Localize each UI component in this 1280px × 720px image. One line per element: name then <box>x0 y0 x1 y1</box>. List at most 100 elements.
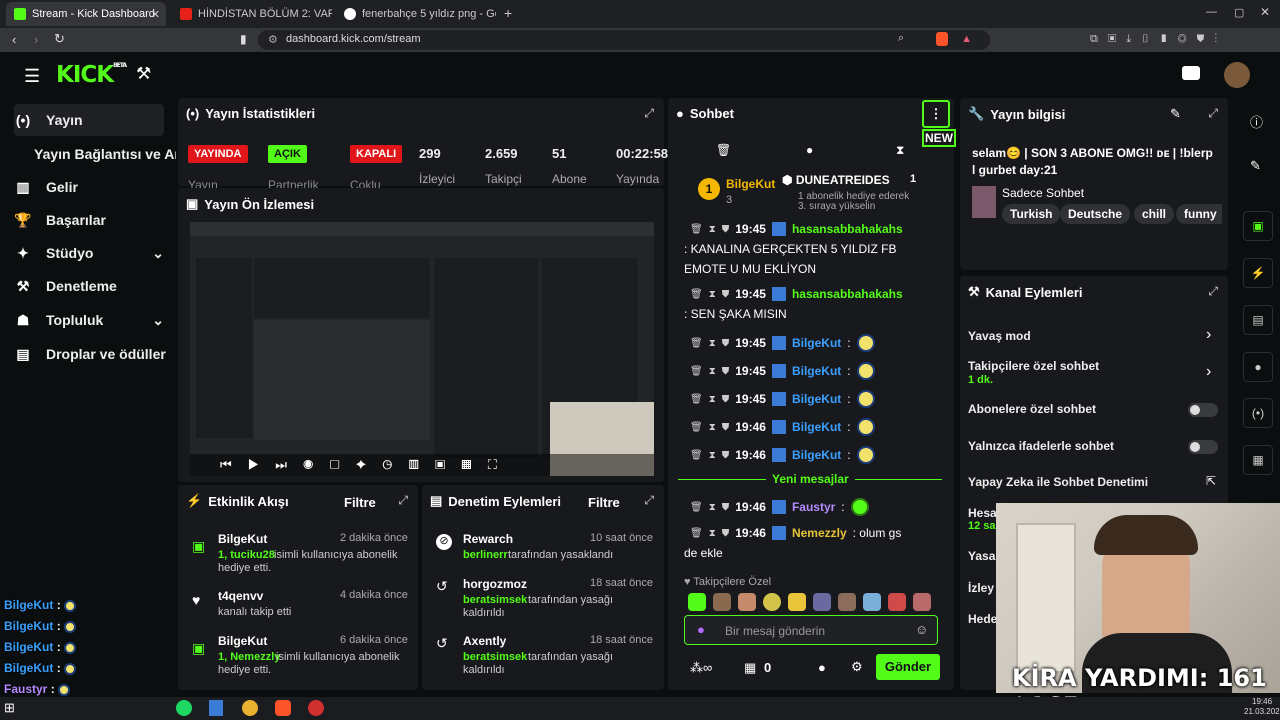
chevron-right-icon[interactable]: › <box>1206 363 1211 381</box>
hourglass-icon[interactable]: ⧗ <box>709 366 716 377</box>
chat-message[interactable]: 🗑 ⧗ ⛊ 19:45 BilgeKut: <box>684 362 956 380</box>
edit-icon[interactable]: ✎ <box>1250 158 1261 174</box>
spotify-icon[interactable] <box>176 700 192 716</box>
layout-button[interactable]: ▦ <box>1243 445 1273 475</box>
chat-message[interactable]: 🗑 ⧗ ⛊ 19:45 BilgeKut: <box>684 334 956 352</box>
edit-icon[interactable]: ✎ <box>1170 106 1181 122</box>
sidebar-item-topluluk[interactable]: ☗ Topluluk ⌄ <box>14 304 164 336</box>
mic-icon[interactable]: ● <box>697 622 705 637</box>
trash-icon[interactable]: 🗑 <box>690 450 703 461</box>
hourglass-icon[interactable]: ⧗ <box>709 224 716 235</box>
chat-message[interactable]: 🗑 ⧗ ⛊ 19:46 BilgeKut: <box>684 446 956 464</box>
subs-only-toggle[interactable] <box>1188 403 1218 417</box>
emote-icon[interactable] <box>888 593 906 611</box>
kick-mod-icon[interactable] <box>1182 66 1200 80</box>
chat-message[interactable]: 🗑 ⧗ ⛊ 19:45 hasansabbahakahs: SEN ŞAKA MISIN <box>684 287 956 321</box>
chat-message[interactable]: 🗑 ⧗ ⛊ 19:45 hasansabbahakahs: KANALINA GERÇE… <box>684 222 956 276</box>
expand-icon[interactable]: ⤢ <box>398 493 408 508</box>
browser-tab-kick[interactable]: Stream - Kick Dashboard ✕ <box>6 2 166 26</box>
hourglass-icon[interactable]: ⧗ <box>709 502 716 513</box>
brave-rewards-icon[interactable]: ▲ <box>961 33 972 45</box>
site-info-icon[interactable]: ⚙ <box>268 33 278 46</box>
chat-username[interactable]: hasansabbahakahs <box>792 287 903 301</box>
emote-icon[interactable] <box>838 593 856 611</box>
broadcast-button[interactable]: (•) <box>1243 398 1273 428</box>
chat-message[interactable]: 🗑 ⧗ ⛊ 19:46 Faustyr: <box>684 498 956 516</box>
sidebar-item-droplar[interactable]: ▤ Droplar ve ödüller <box>14 338 165 370</box>
emote-icon[interactable] <box>738 593 756 611</box>
url-field[interactable]: ⚙ dashboard.kick.com/stream ⌕ ▲ <box>258 30 990 50</box>
trash-icon[interactable]: 🗑 <box>690 528 703 539</box>
trash-icon[interactable]: 🗑 <box>716 143 731 157</box>
chat-username[interactable]: Nemezzly <box>792 526 847 540</box>
chat-username[interactable]: BilgeKut <box>792 336 841 350</box>
chat-message[interactable]: 🗑 ⧗ ⛊ 19:46 BilgeKut: <box>684 418 956 436</box>
bookmark-icon[interactable]: ▮ <box>240 32 247 46</box>
new-tab-icon[interactable]: + <box>504 5 512 21</box>
gift-icon[interactable]: ▦ <box>744 660 756 676</box>
emote-only-toggle[interactable] <box>1188 440 1218 454</box>
reload-icon[interactable]: ↻ <box>54 31 65 47</box>
expand-icon[interactable]: ⤢ <box>644 106 654 121</box>
emote-picker-icon[interactable]: ☺ <box>915 622 928 637</box>
chat-username[interactable]: BilgeKut <box>792 392 841 406</box>
chat-username[interactable]: BilgeKut <box>792 420 841 434</box>
expand-icon[interactable]: ⤢ <box>1208 106 1218 121</box>
lightning-button[interactable]: ⚡ <box>1243 258 1273 288</box>
chat-message[interactable]: 🗑 ⧗ ⛊ 19:46 Nemezzly: olum gs de ekle <box>684 526 956 560</box>
creator-tools-icon[interactable]: ⚒ <box>136 64 151 84</box>
chrome-icon[interactable] <box>242 700 258 716</box>
community-points-icon[interactable]: ⁂∞ <box>690 660 712 676</box>
forward-icon[interactable]: › <box>34 32 38 47</box>
trash-icon[interactable]: 🗑 <box>690 289 703 300</box>
emote-icon[interactable] <box>788 593 806 611</box>
obs-icon[interactable] <box>308 700 324 716</box>
brave-icon[interactable] <box>275 700 291 716</box>
camera-toggle-button[interactable]: ▣ <box>1243 211 1273 241</box>
followers-only-row[interactable]: Takipçilere özel sohbet <box>968 359 1099 373</box>
hourglass-icon[interactable]: ⧗ <box>709 422 716 433</box>
sidebar-item-gelir[interactable]: ▥ Gelir <box>14 171 78 203</box>
hourglass-icon[interactable]: ⧗ <box>896 143 904 158</box>
filter-button[interactable]: Filtre <box>344 495 376 510</box>
chat-username[interactable]: hasansabbahakahs <box>792 222 903 236</box>
ai-moderation-row[interactable]: Yapay Zeka ile Sohbet Denetimi <box>968 475 1148 489</box>
chat-message[interactable]: 🗑 ⧗ ⛊ 19:45 BilgeKut: <box>684 390 956 408</box>
trash-icon[interactable]: 🗑 <box>690 338 703 349</box>
trash-icon[interactable]: 🗑 <box>690 502 703 513</box>
sidebar-item-yayin[interactable]: (•) Yayın <box>14 104 83 136</box>
browser-extensions-icons[interactable]: ⧉▣⤓▯▮◎⛊⋮ <box>1090 33 1227 46</box>
window-close-icon[interactable]: ✕ <box>1260 5 1270 19</box>
emote-icon[interactable] <box>863 593 881 611</box>
zoom-icon[interactable]: ⌕ <box>898 32 904 45</box>
emote-icon[interactable] <box>813 593 831 611</box>
info-icon[interactable]: ⓘ <box>1250 112 1263 131</box>
app-icon[interactable] <box>209 700 223 716</box>
trash-icon[interactable]: 🗑 <box>690 224 703 235</box>
sidebar-item-studyo[interactable]: ✦ Stüdyo ⌄ <box>14 237 164 269</box>
chat-button[interactable]: ● <box>1243 352 1273 382</box>
close-tab-icon[interactable]: ✕ <box>151 8 160 21</box>
expand-icon[interactable]: ⤢ <box>1208 284 1218 299</box>
chat-username[interactable]: BilgeKut <box>792 364 841 378</box>
emote-icon[interactable] <box>913 593 931 611</box>
hourglass-icon[interactable]: ⧗ <box>709 289 716 300</box>
chat-username[interactable]: Faustyr <box>792 500 835 514</box>
hourglass-icon[interactable]: ⧗ <box>709 394 716 405</box>
maximize-icon[interactable]: ▢ <box>1234 6 1244 19</box>
video-controls[interactable]: ⏮▶⏭◉▢✦◷▥▣▦⛶ <box>190 454 654 476</box>
hourglass-icon[interactable]: ⧗ <box>709 450 716 461</box>
send-button[interactable]: Gönder <box>876 654 940 680</box>
minimize-icon[interactable]: — <box>1206 6 1217 18</box>
hourglass-icon[interactable]: ⧗ <box>709 528 716 539</box>
trash-icon[interactable]: 🗑 <box>690 394 703 405</box>
chat-settings-icon[interactable]: ● <box>818 660 826 675</box>
brave-shield-icon[interactable] <box>936 32 948 46</box>
hourglass-icon[interactable]: ⧗ <box>709 338 716 349</box>
avatar[interactable] <box>1224 62 1250 88</box>
gear-icon[interactable]: ⚙ <box>851 659 863 675</box>
browser-tab-google[interactable]: fenerbahçe 5 yıldız png - Google'da <box>336 2 496 26</box>
trash-icon[interactable]: 🗑 <box>690 422 703 433</box>
chat-username[interactable]: BilgeKut <box>792 448 841 462</box>
emote-icon[interactable] <box>713 593 731 611</box>
